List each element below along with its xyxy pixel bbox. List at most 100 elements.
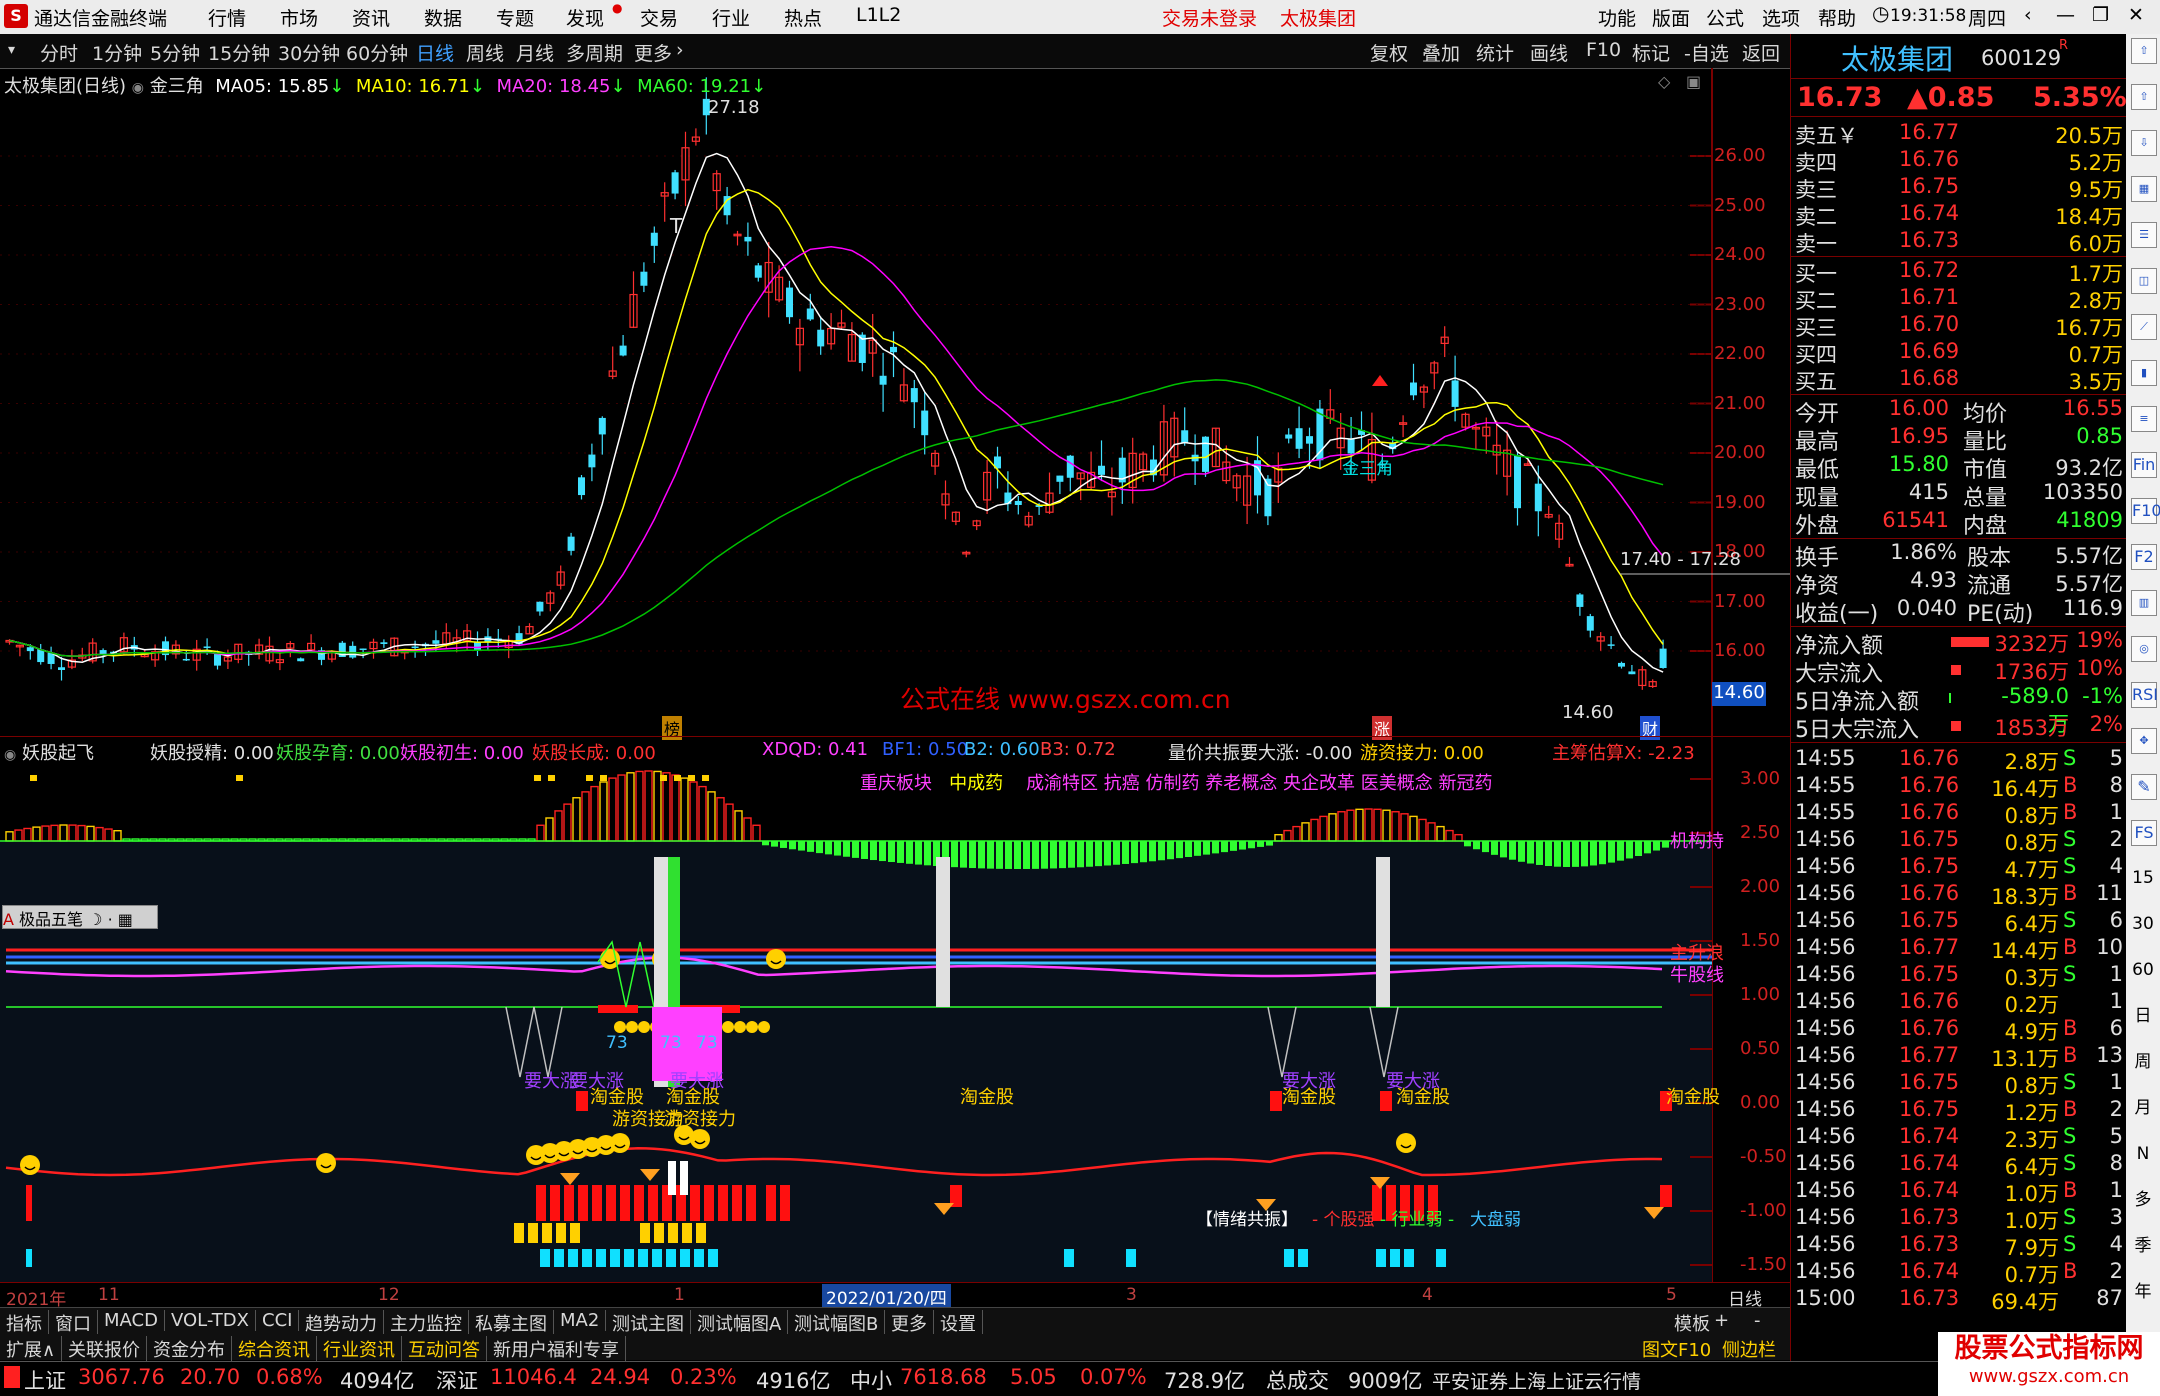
candlestick-chart[interactable]: 26.00 25.00 24.00 23.00 22.00 21.00 20.00 19.00…	[0, 68, 1790, 740]
menu-item-xuanxiang[interactable]: 选项	[1762, 4, 1800, 31]
sidebar-icon[interactable]: 周	[2131, 1050, 2155, 1074]
ime-label[interactable]: 极品五笔	[19, 910, 83, 929]
close-icon[interactable]: ✕	[2128, 4, 2144, 26]
tab-13[interactable]: 设置	[934, 1310, 983, 1336]
sidebar-fin-icon[interactable]: Fin	[2131, 452, 2157, 478]
bid-price-0[interactable]: 16.72	[1899, 258, 1959, 282]
back-icon[interactable]: ‹	[2024, 4, 2032, 26]
sidebar-period-19-icon[interactable]: 30	[2131, 912, 2155, 936]
toolbar-diejia[interactable]: 叠加	[1422, 39, 1460, 66]
restore-icon[interactable]: ❐	[2092, 4, 2109, 26]
menu-item-zixun[interactable]: 资讯	[352, 4, 390, 31]
sidebar-grid-icon[interactable]: ▦	[2131, 176, 2157, 202]
window-icon[interactable]: ▣	[1686, 72, 1701, 91]
tab-2[interactable]: MACD	[98, 1310, 165, 1331]
menu-item-l1l2[interactable]: L1L2	[856, 4, 901, 26]
sub-formula-name[interactable]: 妖股起飞	[22, 743, 94, 764]
sidebar-up-arrow-icon[interactable]: ⇧	[2131, 84, 2157, 110]
tab-3[interactable]: VOL-TDX	[165, 1310, 256, 1331]
menu-item-hangqing[interactable]: 行情	[208, 4, 246, 31]
menu-item-bangzhu[interactable]: 帮助	[1818, 4, 1856, 31]
tab-12[interactable]: 更多	[885, 1310, 934, 1336]
sidebar-period-24-icon[interactable]: N	[2131, 1142, 2155, 1166]
sidebar-candle-icon[interactable]: ▮	[2131, 360, 2157, 386]
diamond-icon[interactable]: ◇	[1658, 72, 1670, 91]
menu-item-hangye[interactable]: 行业	[712, 4, 750, 31]
menu-item-shichang[interactable]: 市场	[280, 4, 318, 31]
menu-item-shuju[interactable]: 数据	[424, 4, 462, 31]
sidebar-f2-icon[interactable]: F2	[2131, 544, 2157, 570]
keyboard-icon[interactable]: ▦	[118, 910, 133, 929]
toolbar-fuquan[interactable]: 复权	[1370, 39, 1408, 66]
formula-name[interactable]: 金三角	[150, 76, 204, 97]
bid-price-2[interactable]: 16.70	[1899, 312, 1959, 336]
ext-tab-5[interactable]: 互动问答	[402, 1336, 487, 1362]
tab-1[interactable]: 窗口	[49, 1310, 98, 1336]
sidebar-move-icon[interactable]: ✥	[2131, 728, 2157, 754]
chevron-right-icon[interactable]: ›	[676, 39, 684, 61]
period-monthly[interactable]: 月线	[516, 39, 554, 66]
sh-label[interactable]: 上证	[24, 1365, 66, 1395]
sidebar-f10-icon[interactable]: F10	[2131, 498, 2160, 524]
tab-0[interactable]: 指标	[0, 1310, 49, 1336]
sidebar-pen-icon[interactable]: ✎	[2131, 774, 2157, 800]
sidebar-down-arrow-icon[interactable]: ⇩	[2131, 130, 2157, 156]
ask-price-1[interactable]: 16.76	[1899, 147, 1959, 171]
sidebar-icon[interactable]: 年	[2131, 1280, 2155, 1304]
toolbar-zixuan[interactable]: -自选	[1684, 39, 1729, 66]
bid-price-4[interactable]: 16.68	[1899, 366, 1959, 390]
sidebar-rsi-icon[interactable]: RSI	[2131, 682, 2158, 708]
menu-item-faxian[interactable]: 发现	[566, 4, 604, 31]
tab-right-1[interactable]: +	[1708, 1310, 1735, 1331]
period-fenshi[interactable]: 分时	[40, 39, 78, 66]
chevron-down-icon[interactable]: ▾	[8, 42, 15, 58]
sidebar-up-arrow-icon[interactable]: ⇧	[2131, 38, 2157, 64]
sidebar-fs-icon[interactable]: FS	[2131, 820, 2157, 846]
sidebar-hist-icon[interactable]: ▥	[2131, 590, 2157, 616]
menu-item-banmian[interactable]: 版面	[1652, 4, 1690, 31]
ext-tab-1[interactable]: 关联报价	[62, 1336, 147, 1362]
ext-tab-0[interactable]: 扩展∧	[0, 1336, 63, 1362]
tab-6[interactable]: 主力监控	[384, 1310, 469, 1336]
tab-5[interactable]: 趋势动力	[299, 1310, 384, 1336]
ext-tab-3[interactable]: 综合资讯	[232, 1336, 317, 1362]
sidebar-circle-icon[interactable]: ◎	[2131, 636, 2157, 662]
toolbar-f10[interactable]: F10	[1586, 39, 1621, 61]
bid-price-3[interactable]: 16.69	[1899, 339, 1959, 363]
ext-tab-2[interactable]: 资金分布	[147, 1336, 232, 1362]
toolbar-fanhui[interactable]: 返回	[1742, 39, 1780, 66]
minimize-icon[interactable]: —	[2056, 4, 2075, 26]
sidebar-line-icon[interactable]: ⟋	[2131, 314, 2157, 340]
sidebar-period-18-icon[interactable]: 15	[2131, 866, 2155, 890]
tab-8[interactable]: MA2	[554, 1310, 607, 1331]
indicator-chart[interactable]: 3.00 2.50 2.00 1.50 1.00 0.50 0.00 -0.50 -1.00 -1…	[0, 736, 1790, 1329]
menu-item-jiaoyi[interactable]: 交易	[640, 4, 678, 31]
tab-4[interactable]: CCI	[256, 1310, 300, 1331]
menu-item-zhuanti[interactable]: 专题	[496, 4, 534, 31]
ext-tab-right-0[interactable]: 图文F10	[1638, 1336, 1715, 1362]
tab-10[interactable]: 测试幅图A	[691, 1310, 789, 1336]
ask-price-3[interactable]: 16.74	[1899, 201, 1959, 225]
ime-moon-icon[interactable]: ☽ ·	[88, 910, 113, 929]
ext-tab-6[interactable]: 新用户福利专享	[487, 1336, 626, 1362]
toolbar-biaoji[interactable]: 标记	[1632, 39, 1670, 66]
period-60min[interactable]: 60分钟	[346, 39, 408, 66]
zx-label[interactable]: 中小	[850, 1365, 892, 1395]
period-15min[interactable]: 15分钟	[208, 39, 270, 66]
menu-item-redian[interactable]: 热点	[784, 4, 822, 31]
tab-7[interactable]: 私募主图	[469, 1310, 554, 1336]
period-weekly[interactable]: 周线	[466, 39, 504, 66]
ime-a-icon[interactable]: A	[3, 910, 14, 929]
toolbar-huaxian[interactable]: 画线	[1530, 39, 1568, 66]
sidebar-list2-icon[interactable]: ≡	[2131, 406, 2157, 432]
tab-9[interactable]: 测试主图	[606, 1310, 691, 1336]
ext-tab-4[interactable]: 行业资讯	[317, 1336, 402, 1362]
period-1min[interactable]: 1分钟	[92, 39, 142, 66]
login-status[interactable]: 交易未登录	[1162, 4, 1257, 31]
ask-price-0[interactable]: 16.77	[1899, 120, 1959, 144]
sidebar-icon[interactable]: 季	[2131, 1234, 2155, 1258]
toolbar-tongji[interactable]: 统计	[1476, 39, 1514, 66]
sidebar-icon[interactable]: 月	[2131, 1096, 2155, 1120]
sz-label[interactable]: 深证	[436, 1365, 478, 1395]
ask-price-2[interactable]: 16.75	[1899, 174, 1959, 198]
